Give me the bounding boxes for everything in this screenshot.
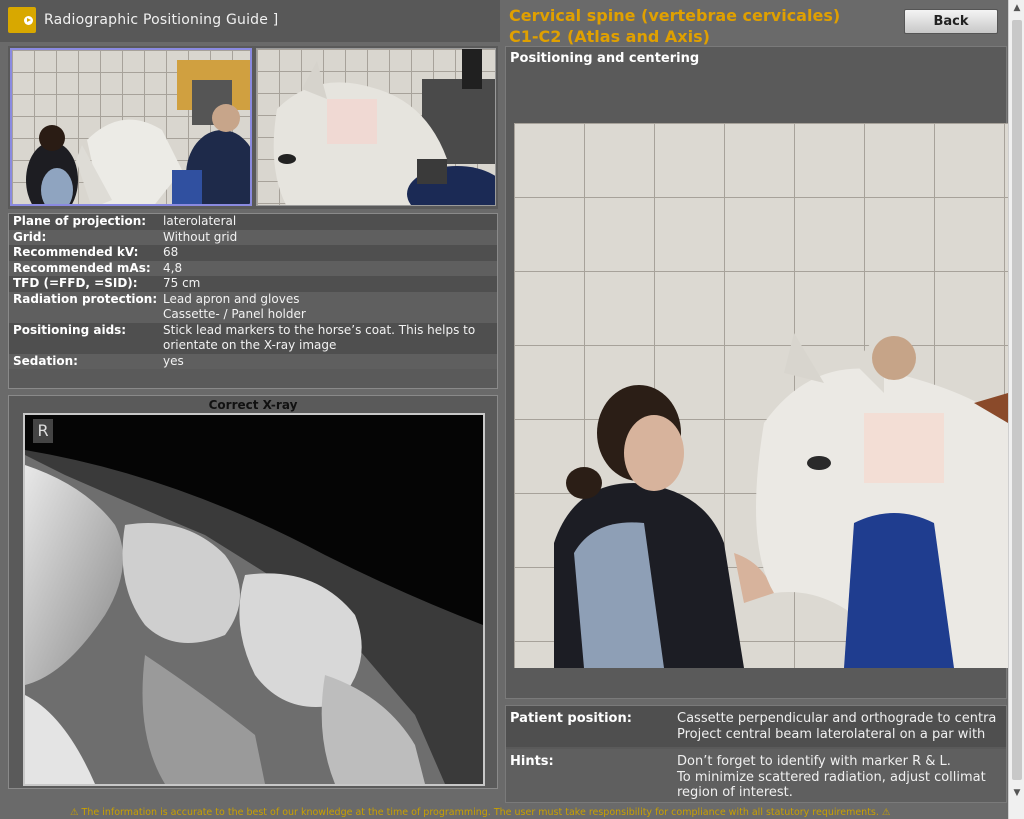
info-value-line: To minimize scattered radiation, adjust … xyxy=(677,769,986,785)
param-row-grid: Grid: Without grid xyxy=(9,229,497,245)
info-value-line: Project central beam laterolateral on a … xyxy=(677,726,986,742)
param-value: Lead apron and gloves Cassette- / Panel … xyxy=(163,292,493,323)
param-value-line: Lead apron and gloves xyxy=(163,291,300,306)
param-row-mas: Recommended mAs: 4,8 xyxy=(9,260,497,276)
scroll-up-icon[interactable]: ▲ xyxy=(1009,0,1024,16)
param-value: laterolateral xyxy=(163,214,237,228)
param-label: Plane of projection: xyxy=(13,214,147,228)
view-title-line1: Cervical spine (vertebrae cervicales) xyxy=(509,6,841,25)
param-value: Stick lead markers to the horse’s coat. … xyxy=(163,323,493,354)
param-value: yes xyxy=(163,353,184,368)
param-label: Grid: xyxy=(13,229,47,244)
xray-marker-label: R xyxy=(33,419,53,443)
param-label: TFD (=FFD, =SID): xyxy=(13,276,138,290)
param-row-positioning-aids: Positioning aids: Stick lead markers to … xyxy=(9,322,497,354)
param-value: 68 xyxy=(163,245,179,259)
thumbnail-photo-2[interactable] xyxy=(256,48,496,206)
disclaimer-text: ⚠ The information is accurate to the bes… xyxy=(70,807,891,818)
section-heading: Positioning and centering xyxy=(510,51,700,66)
param-value-line: Cassette- / Panel holder xyxy=(163,307,306,321)
param-label: Radiation protection: xyxy=(13,291,158,306)
view-title-line2: C1-C2 (Atlas and Axis) xyxy=(509,27,710,46)
param-label: Sedation: xyxy=(13,353,78,368)
param-row-sedation: Sedation: yes xyxy=(9,353,497,369)
view-title: Cervical spine (vertebrae cervicales) C1… xyxy=(509,5,840,47)
scrollbar-thumb[interactable] xyxy=(1012,20,1022,780)
info-value: Cassette perpendicular and orthograde to… xyxy=(677,711,996,747)
param-value: Without grid xyxy=(163,229,238,244)
thumbnail-strip xyxy=(8,46,498,209)
info-panel: Patient position: Cassette perpendicular… xyxy=(505,705,1007,803)
parameters-table: Plane of projection: laterolateral Grid:… xyxy=(8,213,498,389)
info-value-line: region of interest. xyxy=(677,785,793,800)
param-row-radiation-protection: Radiation protection: Lead apron and glo… xyxy=(9,291,497,323)
xray-panel: Correct X-ray R xyxy=(8,395,498,789)
info-label: Hints: xyxy=(510,754,554,769)
param-row-kv: Recommended kV: 68 xyxy=(9,245,497,261)
xray-image[interactable]: R xyxy=(23,413,485,786)
param-value: 4,8 xyxy=(163,260,183,275)
app-title: Radiographic Positioning Guide ] xyxy=(44,12,279,28)
info-row-hints: Hints: Don’t forget to identify with mar… xyxy=(506,749,1006,802)
thumbnail-photo-1[interactable] xyxy=(10,48,252,206)
info-row-patient-position: Patient position: Cassette perpendicular… xyxy=(506,706,1006,747)
positioning-panel: Positioning and centering xyxy=(505,46,1008,699)
info-value-line: Don’t forget to identify with marker R &… xyxy=(677,754,951,769)
param-value: 75 cm xyxy=(163,276,201,290)
param-row-tfd: TFD (=FFD, =SID): 75 cm xyxy=(9,276,497,292)
vertical-scrollbar[interactable]: ▲ ▼ xyxy=(1008,0,1024,819)
param-row-plane: Plane of projection: laterolateral xyxy=(9,214,497,230)
param-label: Recommended kV: xyxy=(13,245,139,259)
param-label: Positioning aids: xyxy=(13,322,127,337)
xray-title: Correct X-ray xyxy=(208,398,298,412)
info-label: Patient position: xyxy=(510,711,632,726)
app-logo-icon[interactable] xyxy=(8,7,36,33)
app-header: Radiographic Positioning Guide ] xyxy=(0,0,500,42)
param-value-line: Stick lead markers to the horse’s coat. … xyxy=(163,322,476,337)
info-value: Don’t forget to identify with marker R &… xyxy=(677,754,986,802)
param-value-line: orientate on the X-ray image xyxy=(163,338,337,352)
back-button[interactable]: Back xyxy=(904,9,998,34)
info-value-line: Cassette perpendicular and orthograde to… xyxy=(677,711,997,726)
scroll-down-icon[interactable]: ▼ xyxy=(1009,785,1024,801)
param-label: Recommended mAs: xyxy=(13,260,151,275)
positioning-photo[interactable] xyxy=(514,123,1008,668)
